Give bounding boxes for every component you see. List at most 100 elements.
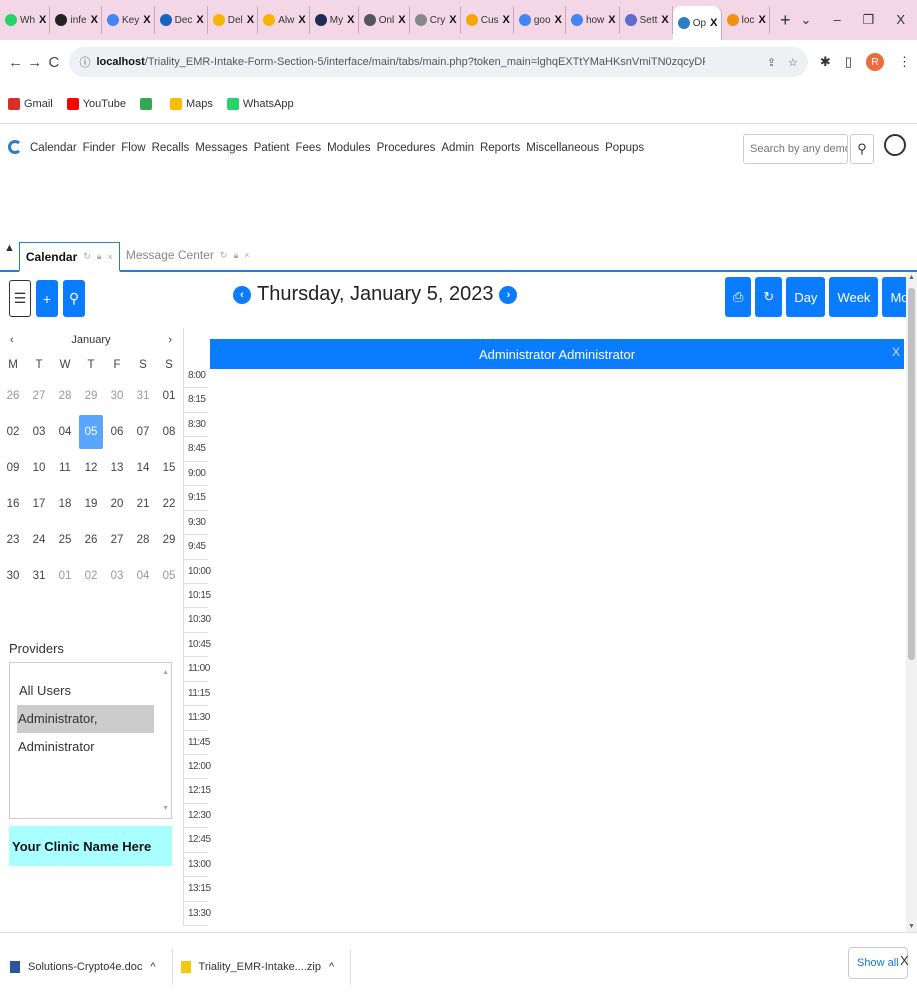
- bookmark-item[interactable]: Gmail: [8, 97, 53, 110]
- bookmark-item[interactable]: Maps: [169, 97, 213, 110]
- refresh-tab-icon[interactable]: ↻: [83, 251, 91, 262]
- selected-day[interactable]: 05: [78, 414, 104, 450]
- menu-item-popups[interactable]: Popups: [605, 142, 644, 154]
- calendar-day[interactable]: 29: [78, 378, 104, 414]
- time-slot-label[interactable]: 9:30: [184, 511, 208, 536]
- time-slot-label[interactable]: 8:15: [184, 388, 208, 413]
- time-slot-label[interactable]: 13:30: [184, 902, 211, 927]
- close-tab-icon[interactable]: X: [143, 14, 150, 26]
- close-tab-icon[interactable]: X: [710, 17, 717, 29]
- time-slot-label[interactable]: 8:45: [184, 437, 208, 462]
- close-tab-icon[interactable]: X: [91, 14, 98, 26]
- scroll-up-icon[interactable]: ▲: [162, 669, 169, 676]
- menu-icon[interactable]: ☰: [9, 280, 31, 317]
- close-tab-icon[interactable]: X: [449, 14, 456, 26]
- scroll-up-icon[interactable]: ▲: [908, 274, 915, 281]
- calendar-day[interactable]: 02: [0, 414, 26, 450]
- tab-calendar[interactable]: Calendar ↻ 🔒︎ ×: [18, 242, 120, 272]
- restore-button[interactable]: ❐: [863, 12, 875, 28]
- browser-tab[interactable]: goo X: [514, 6, 566, 34]
- browser-menu-icon[interactable]: ⋮: [898, 54, 911, 70]
- scroll-down-icon[interactable]: ▼: [908, 923, 915, 930]
- collapse-triangle-icon[interactable]: ▲: [4, 242, 15, 254]
- calendar-day[interactable]: 26: [78, 522, 104, 558]
- menu-item-fees[interactable]: Fees: [296, 142, 322, 154]
- calendar-day[interactable]: 20: [104, 486, 130, 522]
- app-logo-icon[interactable]: [8, 140, 22, 154]
- back-arrow-icon[interactable]: ←: [6, 54, 25, 71]
- time-slot-label[interactable]: 9:00: [184, 462, 208, 487]
- calendar-day[interactable]: 13: [104, 450, 130, 486]
- mini-prev-month-icon[interactable]: ‹: [10, 334, 14, 346]
- close-tab-icon[interactable]: X: [39, 14, 46, 26]
- time-slot-label[interactable]: 13:15: [184, 877, 211, 902]
- calendar-day[interactable]: 22: [156, 486, 182, 522]
- calendar-day[interactable]: 31: [130, 378, 156, 414]
- close-tab-icon[interactable]: X: [758, 14, 765, 26]
- menu-item-recalls[interactable]: Recalls: [152, 142, 190, 154]
- menu-item-patient[interactable]: Patient: [254, 142, 290, 154]
- time-slot-label[interactable]: 9:45: [184, 535, 208, 560]
- add-appointment-button[interactable]: +: [36, 280, 58, 317]
- side-panel-icon[interactable]: ▯: [845, 54, 852, 70]
- week-view-button[interactable]: Week: [829, 277, 879, 317]
- user-account-icon[interactable]: [884, 134, 906, 156]
- calendar-day[interactable]: 30: [104, 378, 130, 414]
- calendar-day[interactable]: 15: [156, 450, 182, 486]
- calendar-day[interactable]: 01: [156, 378, 182, 414]
- calendar-day[interactable]: 10: [26, 450, 52, 486]
- calendar-day[interactable]: 30: [0, 558, 26, 594]
- calendar-day[interactable]: 04: [130, 558, 156, 594]
- calendar-day[interactable]: 19: [78, 486, 104, 522]
- calendar-day[interactable]: 27: [26, 378, 52, 414]
- download-item[interactable]: Solutions-Crypto4e.doc ^: [10, 948, 173, 985]
- day-view-button[interactable]: Day: [786, 277, 826, 317]
- next-day-icon[interactable]: ›: [499, 285, 518, 304]
- menu-item-flow[interactable]: Flow: [121, 142, 145, 154]
- browser-tab[interactable]: Dec X: [155, 6, 208, 34]
- menu-item-admin[interactable]: Admin: [441, 142, 474, 154]
- time-slot-label[interactable]: 12:30: [184, 804, 211, 829]
- browser-tab[interactable]: Op X: [672, 6, 722, 40]
- profile-avatar[interactable]: R: [865, 53, 884, 71]
- lock-tab-icon[interactable]: 🔒︎: [233, 250, 238, 261]
- calendar-day[interactable]: 06: [104, 414, 130, 450]
- menu-item-procedures[interactable]: Procedures: [377, 142, 436, 154]
- browser-tab[interactable]: Cry X: [410, 6, 461, 34]
- tab-search-icon[interactable]: ⌄: [801, 12, 812, 28]
- refresh-icon[interactable]: ↻: [755, 277, 783, 317]
- close-tab-icon[interactable]: X: [555, 14, 562, 26]
- browser-tab[interactable]: Sett X: [620, 6, 673, 34]
- time-slot-label[interactable]: 12:15: [184, 779, 211, 804]
- close-tab-icon[interactable]: X: [347, 14, 354, 26]
- calendar-day[interactable]: 24: [26, 522, 52, 558]
- calendar-day[interactable]: 12: [78, 450, 104, 486]
- time-slot-label[interactable]: 8:00: [184, 364, 208, 389]
- time-slot-label[interactable]: 10:15: [184, 584, 211, 609]
- time-slot-label[interactable]: 11:15: [184, 682, 210, 707]
- minimize-button[interactable]: –: [833, 12, 840, 28]
- time-slot-label[interactable]: 10:00: [184, 560, 211, 584]
- close-tab-icon[interactable]: X: [661, 14, 668, 26]
- browser-tab[interactable]: infe X: [50, 6, 103, 34]
- time-slot-label[interactable]: 9:15: [184, 486, 208, 511]
- provider-option[interactable]: All Users: [18, 677, 171, 705]
- browser-tab[interactable]: Cus X: [461, 6, 514, 34]
- download-item[interactable]: Triality_EMR-Intake....zip ^: [180, 948, 352, 985]
- time-slot-label[interactable]: 12:45: [184, 828, 211, 853]
- calendar-day[interactable]: 11: [52, 450, 78, 486]
- bookmark-item[interactable]: YouTube: [66, 97, 126, 110]
- provider-option[interactable]: Administrator, Administrator: [17, 705, 154, 754]
- menu-item-finder[interactable]: Finder: [83, 142, 116, 154]
- calendar-day[interactable]: 27: [104, 522, 130, 558]
- calendar-day[interactable]: 17: [26, 486, 52, 522]
- menu-item-reports[interactable]: Reports: [480, 142, 520, 154]
- browser-tab[interactable]: how X: [566, 6, 620, 34]
- refresh-tab-icon[interactable]: ↻: [220, 250, 228, 261]
- browser-tab[interactable]: Alw X: [258, 6, 310, 34]
- calendar-day[interactable]: 23: [0, 522, 26, 558]
- new-tab-button[interactable]: +: [770, 10, 801, 31]
- close-tab-icon[interactable]: X: [247, 14, 254, 26]
- calendar-day[interactable]: 29: [156, 522, 182, 558]
- browser-tab[interactable]: My X: [310, 6, 359, 34]
